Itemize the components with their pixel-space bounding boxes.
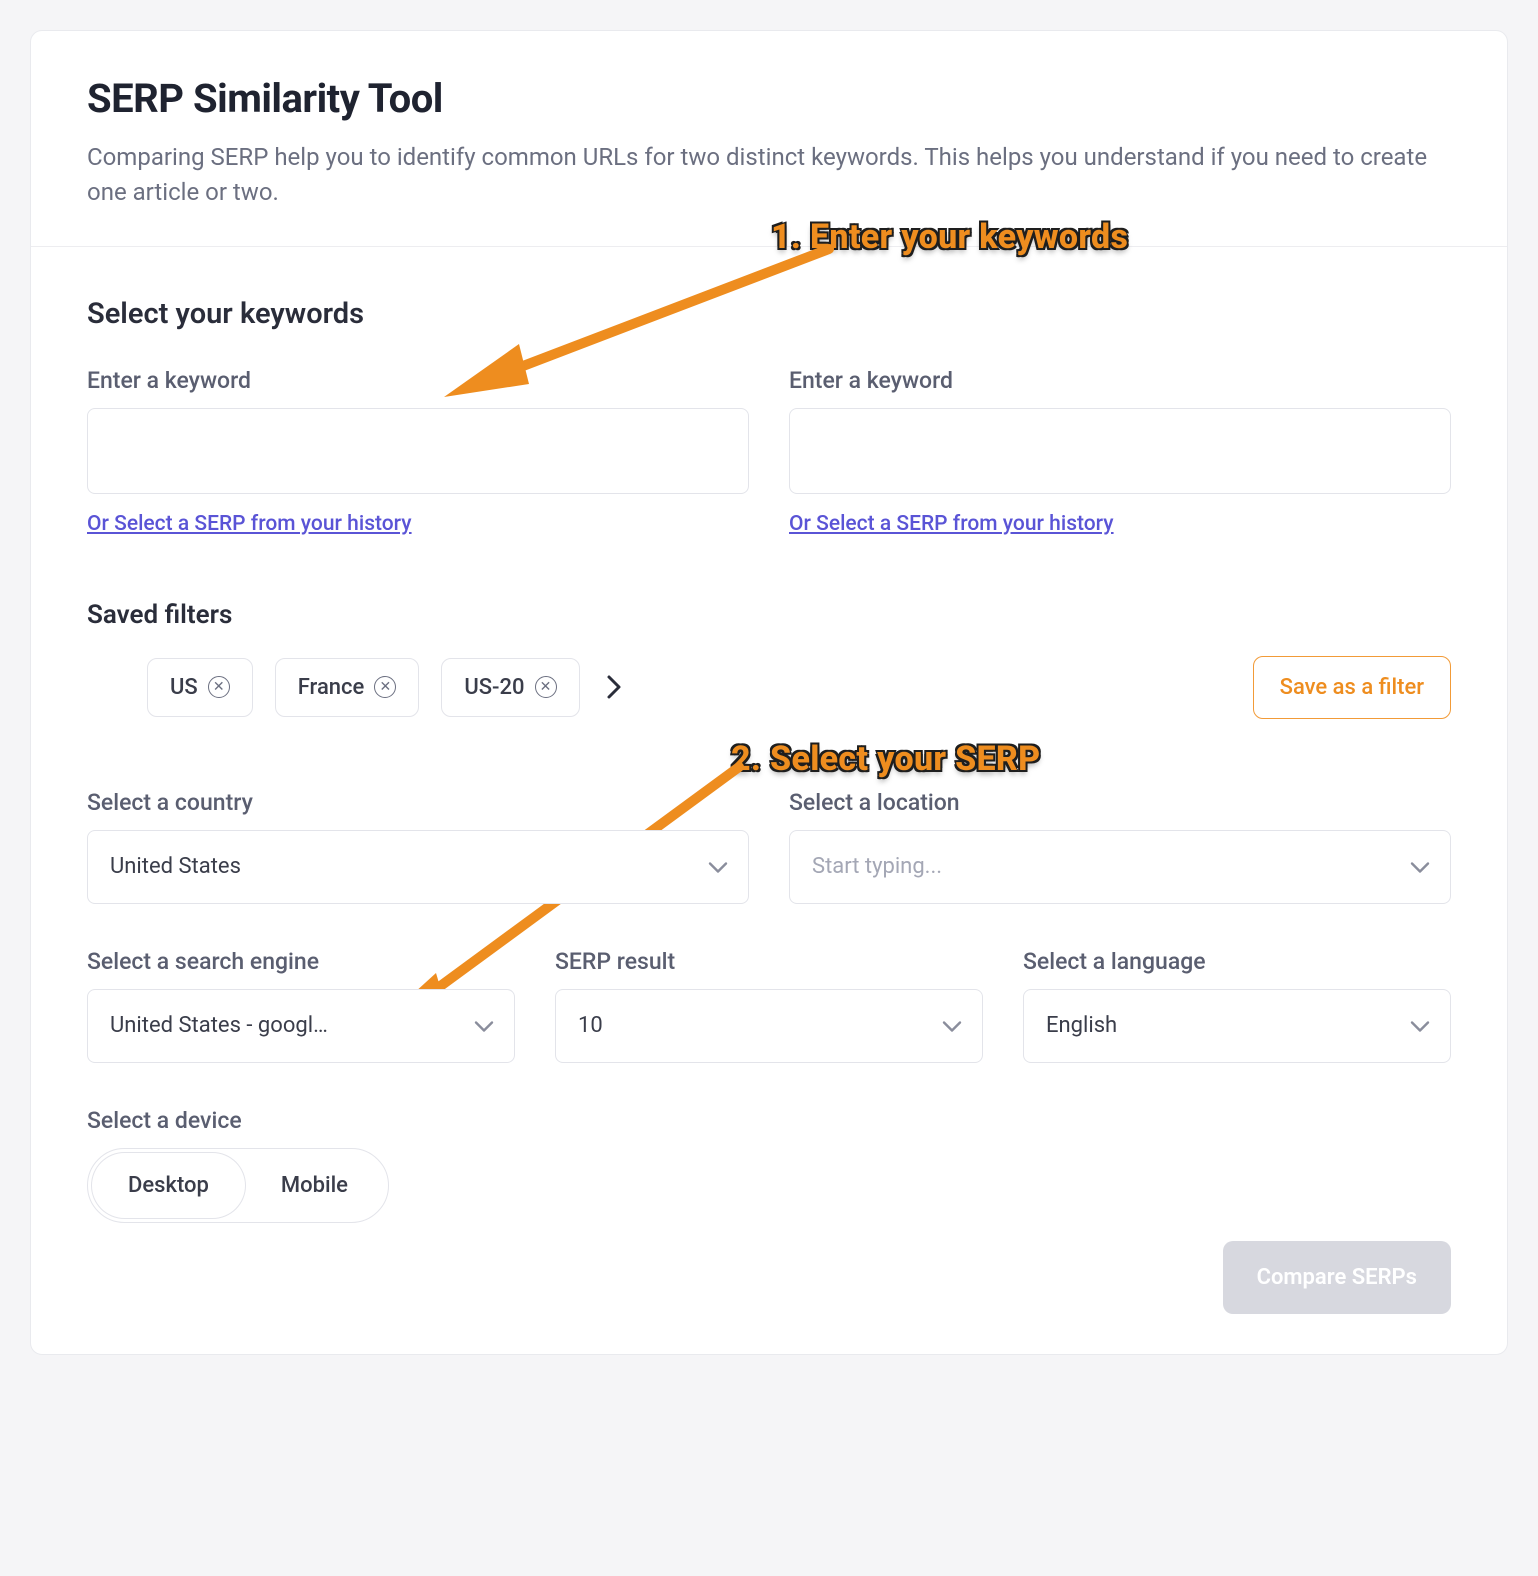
saved-filters-section: Saved filters US ✕ France ✕ US-20 ✕ Save… xyxy=(87,600,1451,719)
language-field: Select a language English xyxy=(1023,948,1451,1063)
chevron-down-icon xyxy=(942,1013,962,1038)
keywords-row: Enter a keyword Or Select a SERP from yo… xyxy=(87,367,1451,536)
remove-chip-icon[interactable]: ✕ xyxy=(208,676,230,698)
filter-chip-france[interactable]: France ✕ xyxy=(275,658,420,717)
save-as-filter-button[interactable]: Save as a filter xyxy=(1253,656,1451,719)
keyword-col-left: Enter a keyword Or Select a SERP from yo… xyxy=(87,367,749,536)
location-field: Select a location Start typing... xyxy=(789,789,1451,904)
section-keywords-title: Select your keywords xyxy=(87,297,1451,331)
header-section: SERP Similarity Tool Comparing SERP help… xyxy=(31,31,1507,247)
serp-row-1: Select a country United States Select a … xyxy=(87,789,1451,904)
keyword-right-history-link[interactable]: Or Select a SERP from your history xyxy=(789,512,1114,536)
language-label: Select a language xyxy=(1023,948,1451,975)
serp-result-field: SERP result 10 xyxy=(555,948,983,1063)
language-value: English xyxy=(1046,1013,1396,1038)
country-label: Select a country xyxy=(87,789,749,816)
device-mobile-button[interactable]: Mobile xyxy=(245,1153,384,1218)
body-section: 1. Enter your keywords 2. Select your SE… xyxy=(31,247,1507,1354)
filter-chip-us[interactable]: US ✕ xyxy=(147,658,253,717)
serp-result-select[interactable]: 10 xyxy=(555,989,983,1063)
compare-serps-button[interactable]: Compare SERPs xyxy=(1223,1241,1451,1314)
keyword-left-label: Enter a keyword xyxy=(87,367,749,394)
filter-chip-us20[interactable]: US-20 ✕ xyxy=(441,658,579,717)
keyword-col-right: Enter a keyword Or Select a SERP from yo… xyxy=(789,367,1451,536)
footer-row: Compare SERPs xyxy=(87,1241,1451,1314)
keyword-right-label: Enter a keyword xyxy=(789,367,1451,394)
location-select[interactable]: Start typing... xyxy=(789,830,1451,904)
language-select[interactable]: English xyxy=(1023,989,1451,1063)
device-label: Select a device xyxy=(87,1107,1451,1134)
filter-chip-label: US xyxy=(170,675,198,700)
device-desktop-button[interactable]: Desktop xyxy=(92,1153,245,1218)
page-subtitle: Comparing SERP help you to identify comm… xyxy=(87,140,1447,210)
country-field: Select a country United States xyxy=(87,789,749,904)
chevron-right-icon xyxy=(606,674,622,700)
country-select[interactable]: United States xyxy=(87,830,749,904)
search-engine-field: Select a search engine United States - g… xyxy=(87,948,515,1063)
device-toggle: Desktop Mobile xyxy=(87,1148,389,1223)
filter-chip-label: France xyxy=(298,675,365,700)
page-title: SERP Similarity Tool xyxy=(87,75,1451,122)
search-engine-select[interactable]: United States - googl… xyxy=(87,989,515,1063)
chevron-down-icon xyxy=(1410,854,1430,879)
remove-chip-icon[interactable]: ✕ xyxy=(374,676,396,698)
keyword-left-input[interactable] xyxy=(87,408,749,494)
tool-card: SERP Similarity Tool Comparing SERP help… xyxy=(30,30,1508,1355)
serp-row-2: Select a search engine United States - g… xyxy=(87,948,1451,1063)
search-engine-label: Select a search engine xyxy=(87,948,515,975)
chevron-down-icon xyxy=(474,1013,494,1038)
location-label: Select a location xyxy=(789,789,1451,816)
keyword-left-history-link[interactable]: Or Select a SERP from your history xyxy=(87,512,412,536)
chevron-down-icon xyxy=(708,854,728,879)
keyword-right-input[interactable] xyxy=(789,408,1451,494)
filter-chip-label: US-20 xyxy=(464,675,524,700)
chevron-down-icon xyxy=(1410,1013,1430,1038)
serp-result-value: 10 xyxy=(578,1013,928,1038)
country-value: United States xyxy=(110,854,694,879)
search-engine-value: United States - googl… xyxy=(110,1013,460,1038)
remove-chip-icon[interactable]: ✕ xyxy=(535,676,557,698)
saved-filters-row: US ✕ France ✕ US-20 ✕ Save as a filter xyxy=(87,656,1451,719)
filters-next-button[interactable] xyxy=(602,675,626,699)
device-section: Select a device Desktop Mobile xyxy=(87,1107,1451,1223)
saved-filters-title: Saved filters xyxy=(87,600,1451,630)
annotation-step2: 2. Select your SERP xyxy=(731,739,1041,779)
serp-result-label: SERP result xyxy=(555,948,983,975)
location-placeholder: Start typing... xyxy=(812,854,1396,879)
